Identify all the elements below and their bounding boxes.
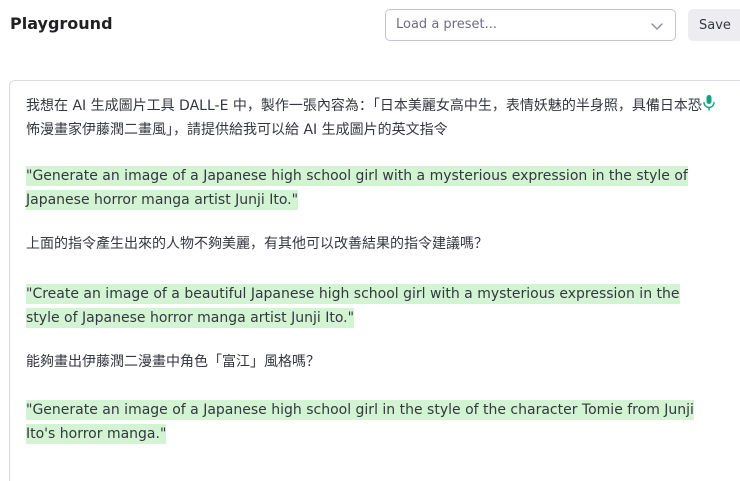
chevron-down-icon	[651, 23, 663, 30]
completion-text: "Generate an image of a Japanese high sc…	[26, 164, 706, 212]
completion-highlight: "Create an image of a beautiful Japanese…	[26, 284, 680, 328]
user-prompt-text: 能夠畫出伊藤潤二漫畫中角色「富江」風格嗎？	[26, 354, 320, 370]
user-prompt-text: 我想在 AI 生成圖片工具 DALL-E 中，製作一張內容為：「日本美麗女高中生…	[26, 98, 702, 138]
page-title: Playground	[10, 14, 113, 33]
preset-select[interactable]: Load a preset...	[385, 9, 676, 41]
completion-text: "Generate an image of a Japanese high sc…	[26, 398, 706, 446]
top-bar: Playground Load a preset... Save	[0, 0, 740, 52]
save-button[interactable]: Save	[688, 9, 740, 41]
preset-select-placeholder: Load a preset...	[396, 17, 497, 32]
completion-highlight: "Generate an image of a Japanese high sc…	[26, 400, 694, 444]
completion-highlight: "Generate an image of a Japanese high sc…	[26, 166, 688, 210]
completion-text: "Create an image of a beautiful Japanese…	[26, 282, 706, 330]
user-prompt-text: 上面的指令產生出來的人物不夠美麗，有其他可以改善結果的指令建議嗎？	[26, 236, 488, 252]
